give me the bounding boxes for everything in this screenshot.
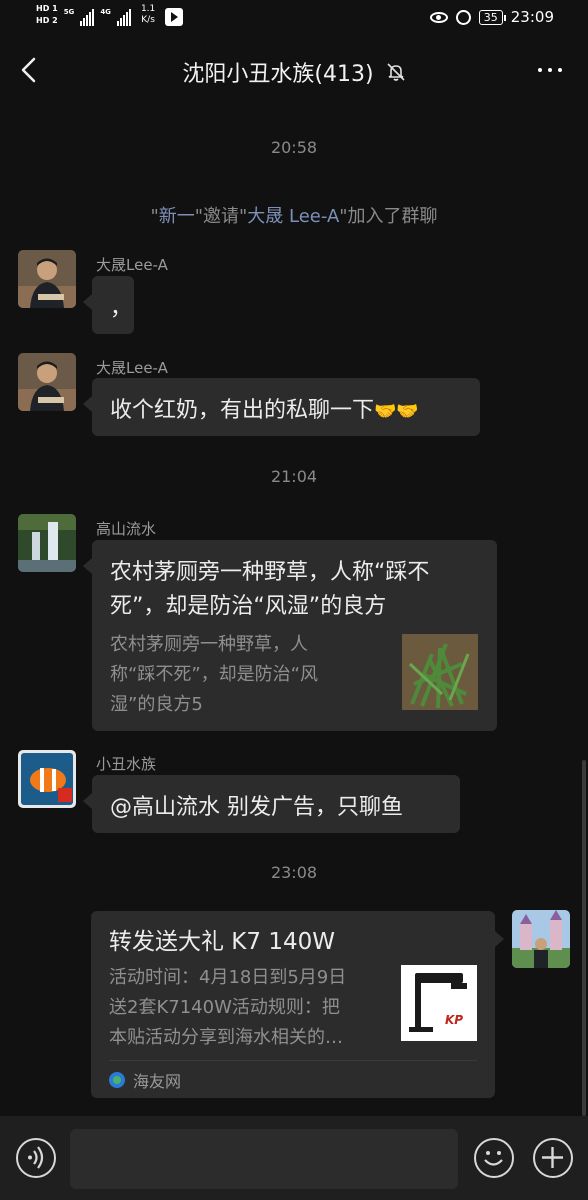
card-thumbnail-grass [402,634,478,710]
net2-label: 4G [100,8,111,16]
app-notification-icon [165,8,184,26]
avatar[interactable] [18,514,76,572]
message-text: @高山流水 别发广告，只聊鱼 [110,795,403,820]
card-desc-line: 称“踩不死”，却是防治“风 [110,664,318,685]
signal-icon-2 [116,8,131,26]
timestamp: 20:58 [270,138,318,157]
link-card[interactable]: 转发送大礼 K7 140W 活动时间：4月18日到5月9日 送2套K7140W活… [91,911,504,1098]
sim1-label: HD 1 [36,4,58,13]
plus-icon[interactable] [533,1138,573,1178]
input-bar [0,1116,588,1200]
sender-name: 小丑水族 [96,755,157,773]
card-source: 海友网 [109,1060,477,1098]
message-text: 收个红奶，有出的私聊一下 [110,398,375,423]
timestamp: 21:04 [270,467,318,486]
link-card[interactable]: 农村茅厕旁一种野草，人称“踩不 死”，却是防治“风湿”的良方 农村茅厕旁一种野草… [83,540,497,731]
sender-name: 大晟Lee-A [96,256,168,274]
speed-unit: K/s [141,15,155,25]
sys-quote: " [150,206,159,227]
avatar[interactable] [18,353,76,411]
sys-tail: "加入了群聊 [339,206,438,227]
avatar[interactable] [18,250,76,308]
card-desc-line: 活动时间：4月18日到5月9日 [109,967,347,988]
eye-comfort-icon [429,11,448,23]
plus-sign-icon [542,1147,563,1168]
thumb-logo-text: KP [445,1013,464,1027]
globe-icon [109,1071,125,1088]
status-bar: HD 1 HD 2 5G 4G 1.1 K/s 35 23:09 [0,0,588,40]
battery-level: 35 [478,9,506,25]
message-bubble[interactable]: 收个红奶，有出的私聊一下🤝🤝 [83,378,480,436]
lamp-image-icon [409,973,467,1032]
message-text: ， [110,296,133,321]
sender-name: 高山流水 [96,520,157,538]
voice-icon[interactable] [16,1138,56,1178]
chat-title-wrap: 沈阳小丑水族(413) [0,56,588,88]
message-input[interactable] [70,1129,458,1189]
title-bar: 沈阳小丑水族(413) [0,44,588,100]
more-icon[interactable] [538,68,562,72]
sys-mid: "邀请" [194,206,248,227]
system-message: "新一"邀请"大晟 Lee-A"加入了群聊 [0,202,588,228]
sim-indicators: HD 1 HD 2 [36,4,58,26]
message-bubble[interactable]: ， [83,276,134,334]
network-speed: 1.1 K/s [141,4,155,26]
sender-name: 大晟Lee-A [96,359,168,377]
card-title-line: 农村茅厕旁一种野草，人称“踩不 [110,560,430,585]
timestamp: 23:08 [270,863,318,882]
source-name: 海友网 [133,1071,182,1091]
chat-area[interactable]: 20:58 "新一"邀请"大晟 Lee-A"加入了群聊 大晟Lee-A ， 大晟… [0,100,588,1116]
card-desc-line: 湿”的良方5 [110,694,203,715]
emoji-icon[interactable] [474,1138,514,1178]
inviter-link[interactable]: 新一 [159,206,195,227]
alarm-icon [455,9,471,25]
speed-value: 1.1 [140,4,156,14]
card-title-line: 死”，却是防治“风湿”的良方 [110,594,387,619]
card-desc-line: 本贴活动分享到海水相关的… [109,1027,343,1048]
card-desc-line: 送2套K7140W活动规则：把 [109,997,340,1018]
smiley-face-icon [484,1151,503,1166]
message-bubble[interactable]: @高山流水 别发广告，只聊鱼 [83,775,460,833]
card-desc-line: 农村茅厕旁一种野草，人 [110,634,308,655]
battery-indicator: 35 [478,9,506,25]
scrollbar[interactable] [582,760,586,1116]
status-left: HD 1 HD 2 5G 4G 1.1 K/s [36,4,184,26]
avatar[interactable] [18,750,76,808]
card-thumbnail-lamp: KP [401,965,477,1041]
handshake-emoji: 🤝🤝 [374,401,419,422]
invitee-link[interactable]: 大晟 Lee-A [247,206,339,227]
sim2-label: HD 2 [36,16,58,25]
status-right: 35 23:09 [429,8,554,26]
signal-icon [80,8,95,26]
net1-label: 5G [63,8,75,16]
card-title: 转发送大礼 K7 140W [109,929,335,955]
status-time: 23:09 [510,8,554,26]
mute-bell-icon [387,63,405,81]
avatar-self[interactable] [512,910,570,968]
chat-title: 沈阳小丑水族(413) [182,62,374,87]
voice-waves-icon [28,1146,44,1169]
